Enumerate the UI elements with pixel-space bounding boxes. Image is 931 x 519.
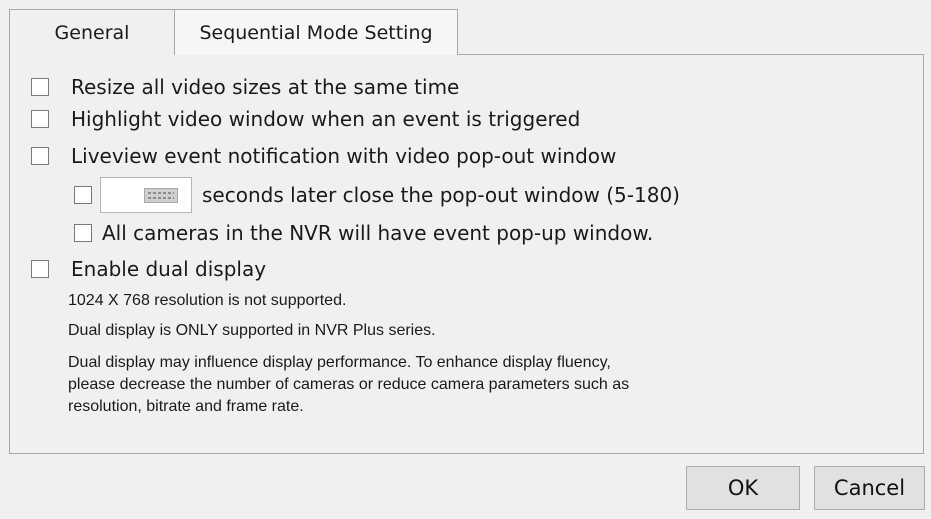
dual-display-checkbox[interactable] bbox=[31, 260, 49, 278]
highlight-checkbox[interactable] bbox=[31, 110, 49, 128]
resize-all-label: Resize all video sizes at the same time bbox=[71, 75, 460, 99]
performance-note-line-3: resolution, bitrate and frame rate. bbox=[68, 398, 304, 415]
ok-button[interactable]: OK bbox=[686, 466, 800, 510]
cancel-button[interactable]: Cancel bbox=[814, 466, 925, 510]
highlight-label: Highlight video window when an event is … bbox=[71, 107, 581, 131]
option-dual-display: Enable dual display bbox=[31, 257, 266, 281]
all-cameras-checkbox[interactable] bbox=[74, 224, 92, 242]
general-settings-panel: Resize all video sizes at the same time … bbox=[9, 55, 924, 454]
performance-note-line-2: please decrease the number of cameras or… bbox=[68, 376, 630, 393]
tab-strip: General Sequential Mode Setting bbox=[9, 9, 924, 55]
resize-all-checkbox[interactable] bbox=[31, 78, 49, 96]
option-highlight: Highlight video window when an event is … bbox=[31, 107, 580, 131]
plus-only-note: Dual display is ONLY supported in NVR Pl… bbox=[68, 322, 436, 339]
option-liveview-popout: Liveview event notification with video p… bbox=[31, 144, 616, 168]
tab-sequential-mode-setting[interactable]: Sequential Mode Setting bbox=[175, 9, 458, 55]
resolution-note: 1024 X 768 resolution is not supported. bbox=[68, 292, 347, 309]
option-all-cameras: All cameras in the NVR will have event p… bbox=[74, 221, 653, 245]
performance-note-line-1: Dual display may influence display perfo… bbox=[68, 354, 611, 371]
close-later-checkbox[interactable] bbox=[74, 186, 92, 204]
close-later-label: seconds later close the pop-out window (… bbox=[202, 183, 680, 207]
liveview-popout-checkbox[interactable] bbox=[31, 147, 49, 165]
liveview-popout-label: Liveview event notification with video p… bbox=[71, 144, 617, 168]
option-close-later: seconds later close the pop-out window (… bbox=[74, 177, 680, 213]
tab-general[interactable]: General bbox=[9, 9, 175, 55]
all-cameras-label: All cameras in the NVR will have event p… bbox=[102, 221, 654, 245]
settings-dialog: General Sequential Mode Setting Resize a… bbox=[0, 0, 931, 519]
keyboard-icon[interactable] bbox=[144, 188, 178, 203]
option-resize-all: Resize all video sizes at the same time bbox=[31, 75, 459, 99]
seconds-input[interactable] bbox=[100, 177, 192, 213]
dual-display-label: Enable dual display bbox=[71, 257, 267, 281]
